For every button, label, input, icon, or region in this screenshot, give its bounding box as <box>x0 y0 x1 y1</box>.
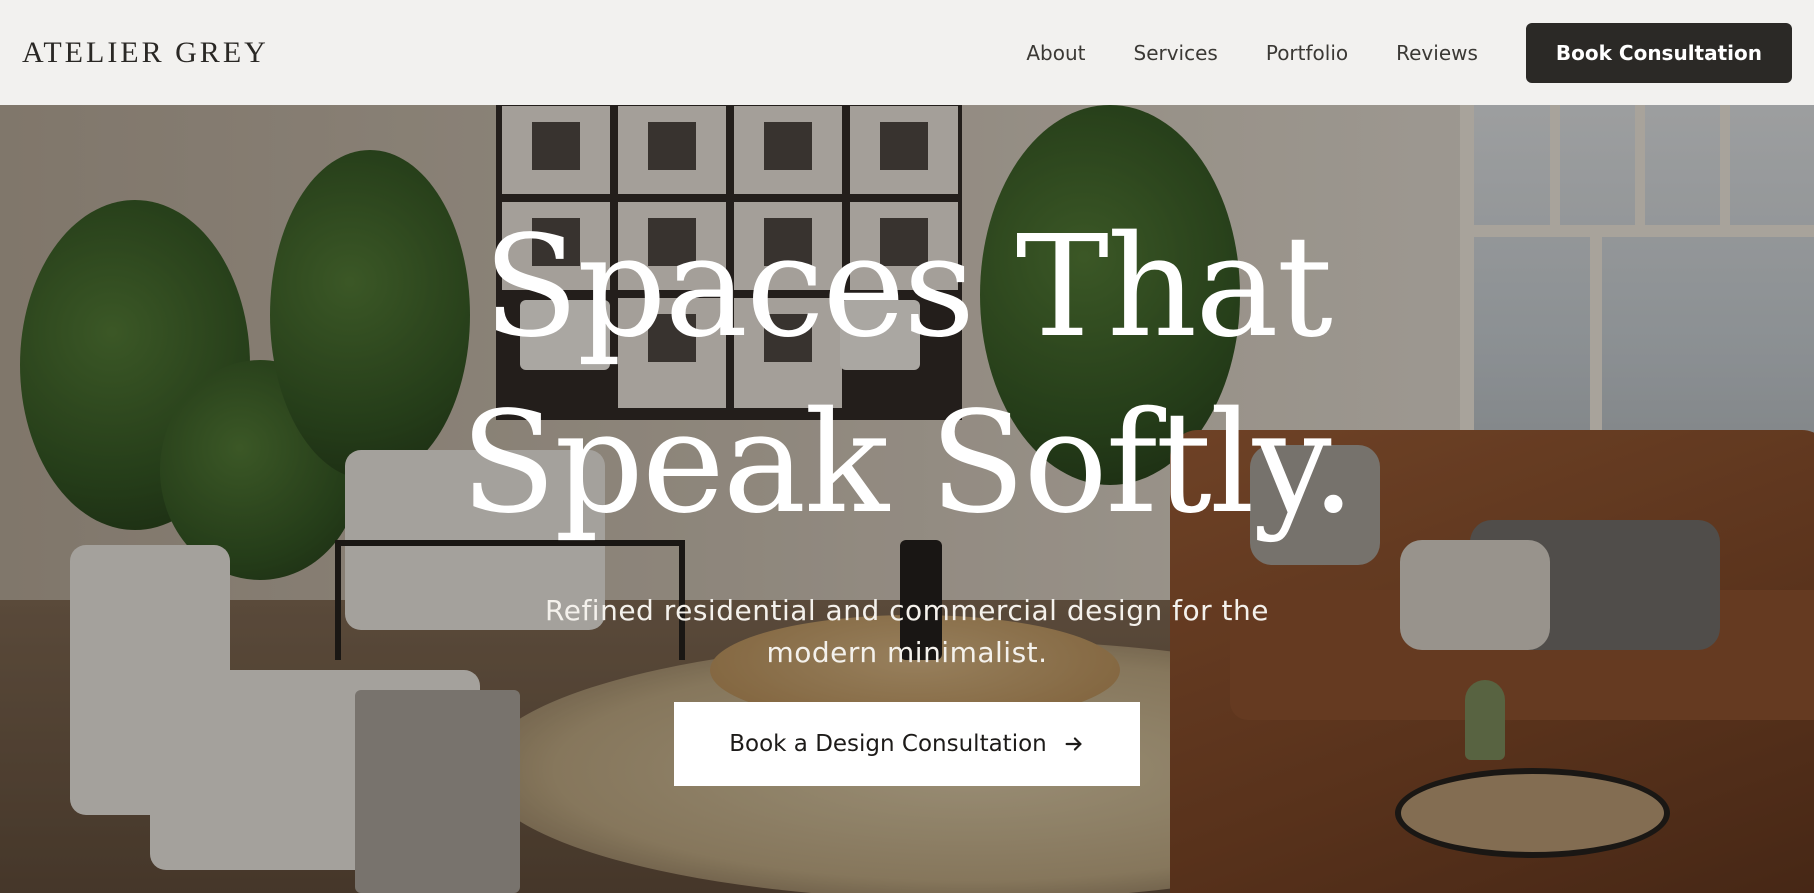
book-design-consultation-button[interactable]: Book a Design Consultation <box>674 702 1140 786</box>
arrow-right-icon <box>1063 733 1085 755</box>
brand-logo[interactable]: ATELIER GREY <box>22 36 269 70</box>
site-header: ATELIER GREY About Services Portfolio Re… <box>0 0 1814 105</box>
hero-headline: Spaces That Speak Softly. <box>460 200 1355 552</box>
hero-headline-line2: Speak Softly. <box>460 382 1355 545</box>
nav-link-portfolio[interactable]: Portfolio <box>1266 41 1348 65</box>
nav-link-services[interactable]: Services <box>1134 41 1218 65</box>
cta-label: Book a Design Consultation <box>729 731 1047 757</box>
main-nav: About Services Portfolio Reviews Book Co… <box>1026 22 1792 83</box>
nav-link-about[interactable]: About <box>1026 41 1085 65</box>
hero-subheadline: Refined residential and commercial desig… <box>545 594 1269 669</box>
book-consultation-button[interactable]: Book Consultation <box>1525 22 1792 83</box>
hero-section: Spaces That Speak Softly. Refined reside… <box>0 105 1814 893</box>
hero-headline-line1: Spaces That <box>483 206 1333 369</box>
nav-link-reviews[interactable]: Reviews <box>1396 41 1478 65</box>
